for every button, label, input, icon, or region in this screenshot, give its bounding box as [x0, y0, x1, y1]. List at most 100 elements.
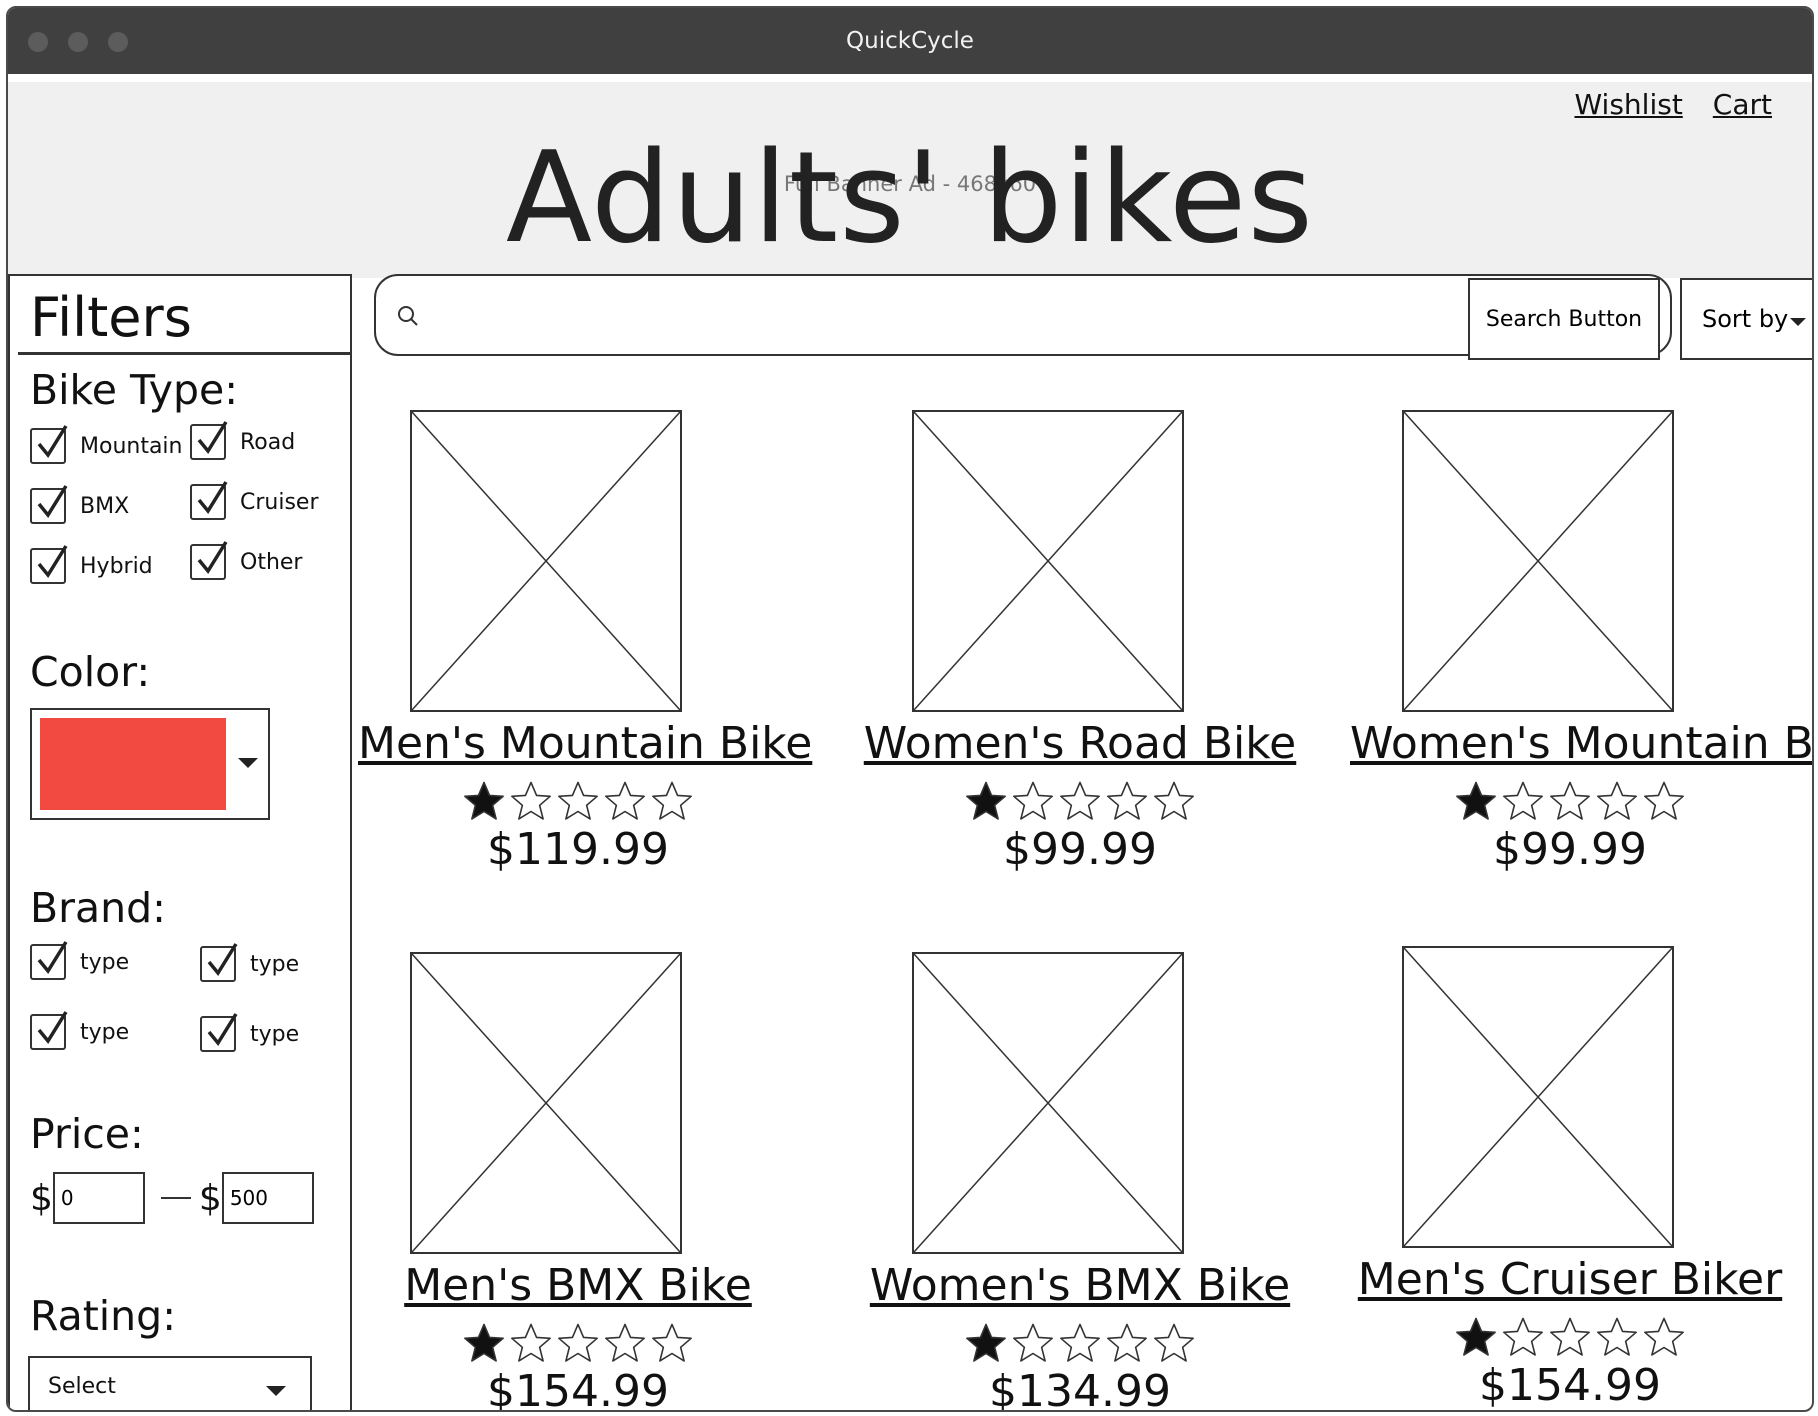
rating-dropdown[interactable]: Select: [28, 1356, 312, 1410]
product-card[interactable]: Men's BMX Bike $154.99: [358, 952, 798, 1412]
page-header: Full Banner Ad - 468x60 Adults' bikes Wi…: [8, 82, 1812, 278]
star-empty-icon: [652, 781, 692, 820]
checkbox-box[interactable]: [30, 941, 68, 980]
check-icon: [197, 481, 228, 515]
product-image-placeholder[interactable]: [410, 410, 682, 712]
checkbox-box[interactable]: [190, 481, 228, 520]
checkbox-box[interactable]: [30, 485, 68, 524]
product-price: $154.99: [1479, 1360, 1661, 1411]
checkbox-label: BMX: [80, 493, 130, 519]
filters-divider: [18, 352, 352, 355]
star-empty-icon: [558, 781, 598, 820]
checkbox-label: Mountain: [80, 433, 183, 459]
star-empty-icon: [1503, 1317, 1543, 1356]
image-placeholder-icon: [1403, 411, 1673, 711]
product-name-link[interactable]: Women's Road Bike: [860, 718, 1300, 769]
sort-by-dropdown[interactable]: Sort by: [1680, 278, 1812, 360]
product-image-placeholder[interactable]: [1402, 410, 1674, 712]
checkbox-box[interactable]: [200, 1013, 238, 1052]
check-icon: [197, 541, 228, 575]
product-price: $154.99: [487, 1366, 669, 1412]
star-empty-icon: [1644, 1317, 1684, 1356]
price-max-input[interactable]: [221, 1172, 314, 1224]
image-placeholder-icon: [913, 411, 1183, 711]
product-name-link[interactable]: Men's BMX Bike: [358, 1260, 798, 1311]
checkbox-brand-2[interactable]: type: [200, 943, 300, 982]
star-empty-icon: [1550, 1317, 1590, 1356]
product-card[interactable]: Men's Cruiser Biker $154.99: [1350, 946, 1790, 1411]
checkbox-box[interactable]: [190, 541, 228, 580]
product-image-placeholder[interactable]: [912, 410, 1184, 712]
checkbox-road[interactable]: Road: [190, 421, 295, 460]
product-rating: [1350, 780, 1790, 822]
checkbox-mountain[interactable]: Mountain: [30, 425, 183, 464]
price-min-input[interactable]: [52, 1172, 145, 1224]
product-card[interactable]: Women's BMX Bike $134.99: [860, 952, 1300, 1412]
product-name-link[interactable]: Women's Mountain Bike: [1350, 718, 1812, 769]
sort-label: Sort by: [1702, 305, 1789, 333]
product-price: $119.99: [487, 824, 669, 875]
star-empty-icon: [1597, 781, 1637, 820]
checkbox-label: Other: [240, 549, 303, 575]
currency-symbol: $: [198, 1177, 222, 1219]
star-empty-icon: [1107, 1323, 1147, 1362]
header-links: Wishlist Cart: [1574, 88, 1772, 121]
product-card[interactable]: Women's Mountain Bike $99.99: [1350, 410, 1812, 880]
checkbox-other[interactable]: Other: [190, 541, 303, 580]
checkbox-box[interactable]: [30, 1011, 68, 1050]
product-card[interactable]: Women's Road Bike $99.99: [860, 410, 1300, 880]
check-icon: [207, 943, 238, 977]
product-image-placeholder[interactable]: [912, 952, 1184, 1254]
product-price: $99.99: [1493, 824, 1647, 875]
caret-down-icon: [1790, 318, 1806, 326]
checkbox-brand-4[interactable]: type: [200, 1013, 299, 1052]
check-icon: [37, 545, 68, 579]
wishlist-link[interactable]: Wishlist: [1574, 88, 1682, 121]
product-image-placeholder[interactable]: [410, 952, 682, 1254]
star-empty-icon: [1060, 781, 1100, 820]
check-icon: [37, 425, 68, 459]
star-empty-icon: [1013, 781, 1053, 820]
check-icon: [197, 421, 228, 455]
product-price: $134.99: [989, 1366, 1171, 1412]
product-image-placeholder[interactable]: [1402, 946, 1674, 1248]
star-empty-icon: [1550, 781, 1590, 820]
bike-type-heading: Bike Type:: [30, 366, 239, 414]
checkbox-brand-3[interactable]: type: [30, 1011, 129, 1050]
product-price: $99.99: [1003, 824, 1157, 875]
product-name-link[interactable]: Men's Cruiser Biker: [1350, 1254, 1790, 1305]
checkbox-hybrid[interactable]: Hybrid: [30, 545, 153, 584]
checkbox-box[interactable]: [190, 421, 228, 460]
checkbox-box[interactable]: [200, 943, 238, 982]
brand-heading: Brand:: [30, 884, 166, 932]
product-name-link[interactable]: Men's Mountain Bike: [358, 718, 812, 769]
currency-symbol: $: [30, 1177, 53, 1219]
product-rating: [1350, 1316, 1790, 1358]
search-icon: [398, 306, 418, 326]
star-filled-icon: [966, 1323, 1006, 1362]
checkbox-brand-1[interactable]: type: [30, 941, 130, 980]
search-input[interactable]: [436, 290, 1536, 340]
product-card[interactable]: Men's Mountain Bike $119.99: [358, 410, 812, 880]
star-empty-icon: [605, 781, 645, 820]
checkbox-label: type: [250, 951, 300, 977]
checkbox-bmx[interactable]: BMX: [30, 485, 130, 524]
product-name-link[interactable]: Women's BMX Bike: [860, 1260, 1300, 1311]
star-filled-icon: [1456, 1317, 1496, 1356]
star-empty-icon: [605, 1323, 645, 1362]
checkbox-box[interactable]: [30, 545, 68, 584]
checkbox-box[interactable]: [30, 425, 68, 464]
star-empty-icon: [1154, 1323, 1194, 1362]
image-placeholder-icon: [913, 953, 1183, 1253]
rating-selected: Select: [48, 1374, 116, 1399]
color-dropdown[interactable]: [30, 708, 270, 820]
star-empty-icon: [1013, 1323, 1053, 1362]
star-filled-icon: [464, 781, 504, 820]
rating-heading: Rating:: [30, 1292, 177, 1340]
search-button[interactable]: Search Button: [1468, 278, 1660, 360]
color-heading: Color:: [30, 648, 151, 696]
image-placeholder-icon: [411, 953, 681, 1253]
cart-link[interactable]: Cart: [1713, 88, 1772, 121]
checkbox-cruiser[interactable]: Cruiser: [190, 481, 319, 520]
checkbox-label: type: [80, 949, 130, 975]
